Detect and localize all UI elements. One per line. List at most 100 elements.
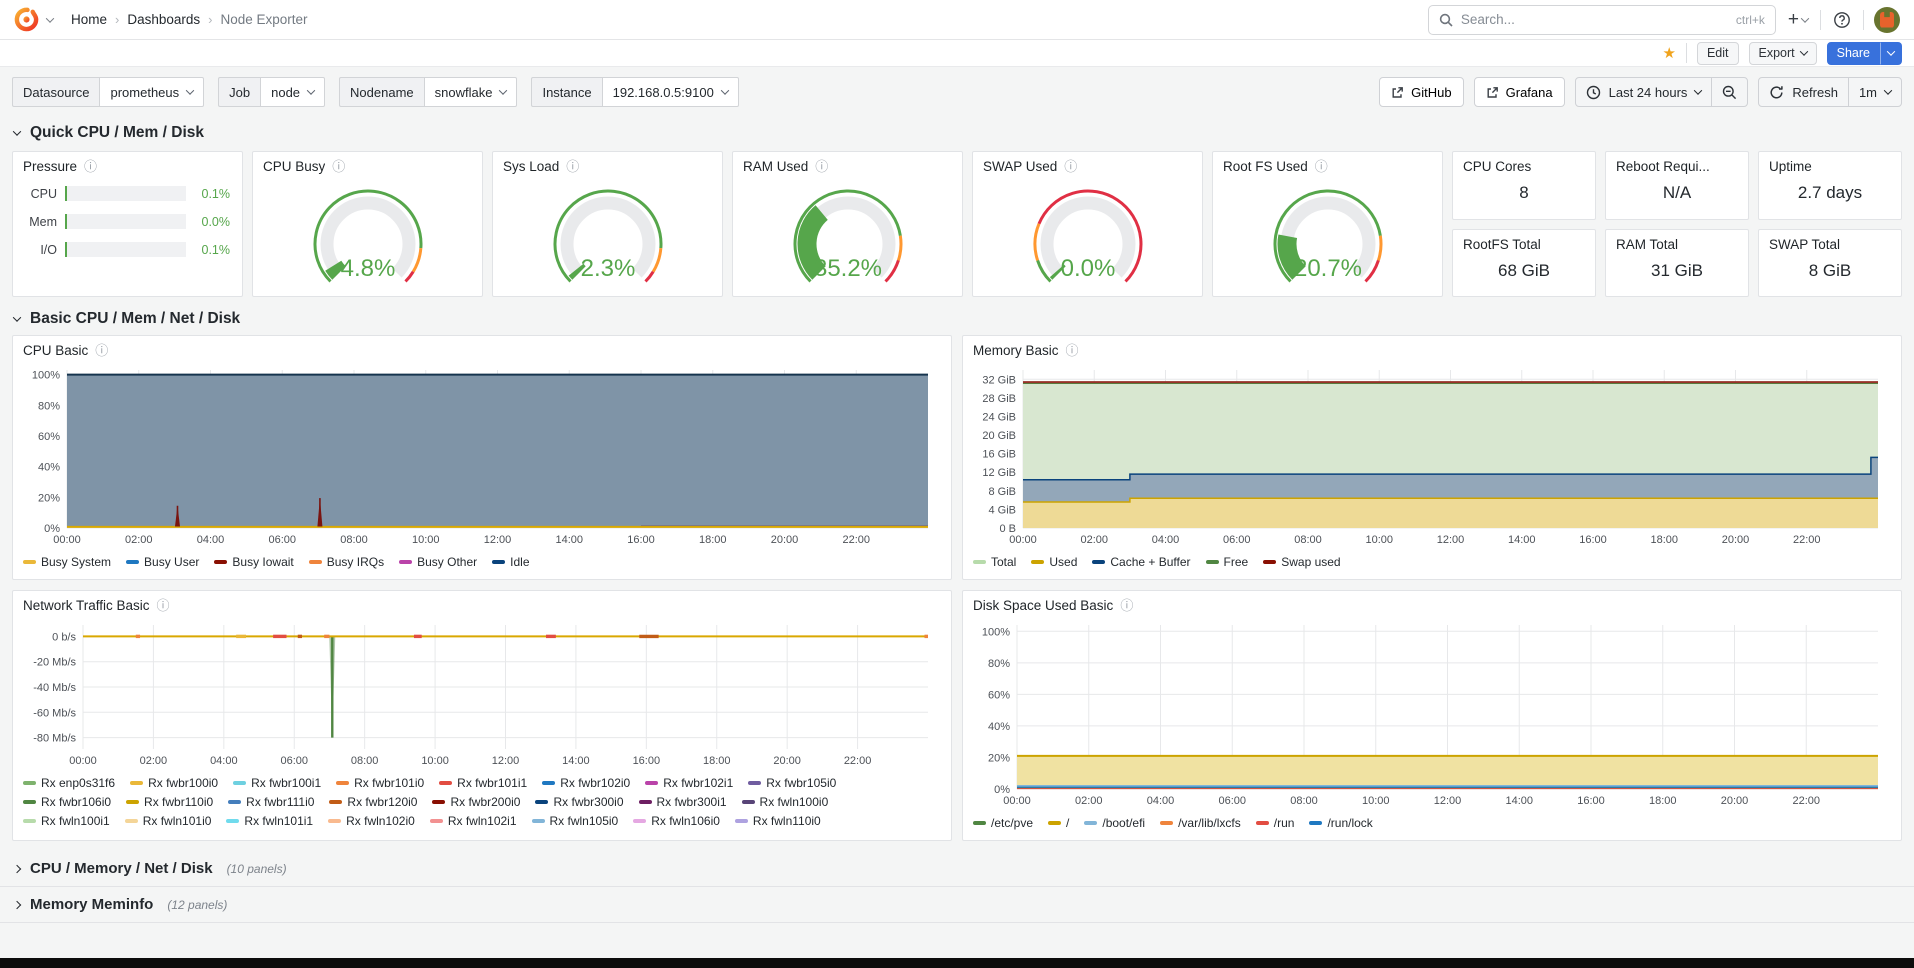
share-caret-button[interactable] bbox=[1880, 42, 1902, 65]
legend-item[interactable]: Total bbox=[973, 555, 1016, 569]
legend-swatch bbox=[542, 781, 555, 785]
legend-item[interactable]: Busy IRQs bbox=[309, 555, 384, 569]
legend-item[interactable]: /run/lock bbox=[1309, 816, 1372, 830]
panel-title[interactable]: Root FS Used bbox=[1223, 159, 1308, 174]
legend-item[interactable]: Rx enp0s31f6 bbox=[23, 776, 115, 790]
legend-item[interactable]: Idle bbox=[492, 555, 529, 569]
legend-item[interactable]: Busy User bbox=[126, 555, 199, 569]
legend-item[interactable]: Rx fwbr100i0 bbox=[130, 776, 218, 790]
legend-item[interactable]: Busy System bbox=[23, 555, 111, 569]
panel-title[interactable]: SWAP Used bbox=[983, 159, 1057, 174]
info-icon[interactable]: ⓘ bbox=[815, 160, 828, 173]
row-memory-meminfo[interactable]: Memory Meminfo (12 panels) bbox=[0, 887, 1914, 923]
favorite-star-icon[interactable]: ★ bbox=[1663, 46, 1676, 61]
legend-item[interactable]: Busy Other bbox=[399, 555, 477, 569]
search-input[interactable]: Search... ctrl+k bbox=[1428, 5, 1776, 35]
legend-item[interactable]: Used bbox=[1031, 555, 1077, 569]
legend-item[interactable]: Rx fwbr101i0 bbox=[336, 776, 424, 790]
legend-item[interactable]: /var/lib/lxcfs bbox=[1160, 816, 1241, 830]
info-icon[interactable]: ⓘ bbox=[1120, 599, 1133, 612]
info-icon[interactable]: ⓘ bbox=[332, 160, 345, 173]
panel-title[interactable]: RAM Total bbox=[1616, 237, 1678, 252]
panel-title[interactable]: RootFS Total bbox=[1463, 237, 1541, 252]
share-button[interactable]: Share bbox=[1827, 42, 1880, 65]
info-icon[interactable]: ⓘ bbox=[95, 344, 108, 357]
time-range-picker[interactable]: Last 24 hours bbox=[1576, 78, 1713, 106]
edit-button[interactable]: Edit bbox=[1697, 42, 1739, 65]
refresh-interval-picker[interactable]: 1m bbox=[1849, 78, 1901, 106]
help-button[interactable] bbox=[1831, 11, 1853, 29]
legend-item[interactable]: Busy Iowait bbox=[214, 555, 293, 569]
section-quick-cpu-mem-disk[interactable]: Quick CPU / Mem / Disk bbox=[0, 115, 1914, 149]
info-icon[interactable]: ⓘ bbox=[1066, 344, 1079, 357]
legend-item[interactable]: Cache + Buffer bbox=[1092, 555, 1190, 569]
network-traffic-chart[interactable]: 00:0002:0004:0006:0008:0010:0012:0014:00… bbox=[13, 615, 951, 774]
info-icon[interactable]: ⓘ bbox=[84, 160, 97, 173]
github-link-button[interactable]: GitHub bbox=[1379, 77, 1463, 107]
svg-text:22:00: 22:00 bbox=[842, 534, 870, 546]
panel-title[interactable]: Uptime bbox=[1769, 159, 1812, 174]
panel-title[interactable]: RAM Used bbox=[743, 159, 808, 174]
job-picker[interactable]: node bbox=[260, 77, 325, 107]
legend-item[interactable]: Rx fwbr300i0 bbox=[535, 795, 623, 809]
panel-title[interactable]: Network Traffic Basic bbox=[23, 598, 150, 613]
panel-title[interactable]: Memory Basic bbox=[973, 343, 1059, 358]
legend-item[interactable]: Rx fwln102i0 bbox=[328, 814, 415, 828]
grafana-link-button[interactable]: Grafana bbox=[1474, 77, 1565, 107]
panel-title[interactable]: Sys Load bbox=[503, 159, 559, 174]
legend-item[interactable]: /boot/efi bbox=[1084, 816, 1145, 830]
logo-caret-icon[interactable] bbox=[46, 14, 54, 22]
legend-item[interactable]: Rx fwbr101i1 bbox=[439, 776, 527, 790]
legend-item[interactable]: Rx fwln105i0 bbox=[532, 814, 619, 828]
legend-item[interactable]: Rx fwln100i1 bbox=[23, 814, 110, 828]
breadcrumb-dashboards[interactable]: Dashboards bbox=[127, 12, 200, 27]
panel-title[interactable]: CPU Cores bbox=[1463, 159, 1531, 174]
legend-item[interactable]: Rx fwbr110i0 bbox=[126, 795, 213, 809]
zoom-out-button[interactable] bbox=[1712, 78, 1747, 106]
legend-item[interactable]: Rx fwbr105i0 bbox=[748, 776, 836, 790]
cpu-basic-chart[interactable]: 00:0002:0004:0006:0008:0010:0012:0014:00… bbox=[13, 360, 951, 553]
instance-picker[interactable]: 192.168.0.5:9100 bbox=[602, 77, 739, 107]
info-icon[interactable]: ⓘ bbox=[1064, 160, 1077, 173]
panel-title[interactable]: Disk Space Used Basic bbox=[973, 598, 1113, 613]
legend-item[interactable]: Rx fwbr300i1 bbox=[639, 795, 727, 809]
datasource-picker[interactable]: prometheus bbox=[99, 77, 204, 107]
info-icon[interactable]: ⓘ bbox=[566, 160, 579, 173]
disk-space-chart[interactable]: 00:0002:0004:0006:0008:0010:0012:0014:00… bbox=[963, 615, 1901, 814]
legend-item[interactable]: Rx fwln100i0 bbox=[742, 795, 829, 809]
legend-item[interactable]: Rx fwbr106i0 bbox=[23, 795, 111, 809]
legend-item[interactable]: Free bbox=[1206, 555, 1249, 569]
panel-title[interactable]: Pressure bbox=[23, 159, 77, 174]
legend-item[interactable]: Rx fwln101i1 bbox=[226, 814, 313, 828]
new-button[interactable]: + bbox=[1786, 10, 1810, 29]
user-avatar[interactable] bbox=[1874, 7, 1900, 33]
info-icon[interactable]: ⓘ bbox=[157, 599, 170, 612]
row-cpu-memory-net-disk[interactable]: CPU / Memory / Net / Disk (10 panels) bbox=[0, 851, 1914, 887]
legend-item[interactable]: Rx fwbr102i0 bbox=[542, 776, 630, 790]
legend-item[interactable]: Rx fwbr120i0 bbox=[329, 795, 417, 809]
legend-item[interactable]: / bbox=[1048, 816, 1069, 830]
grafana-logo-icon[interactable] bbox=[14, 7, 39, 32]
section-basic-cpu-mem-net-disk[interactable]: Basic CPU / Mem / Net / Disk bbox=[0, 301, 1914, 335]
legend-item[interactable]: Rx fwln101i0 bbox=[125, 814, 212, 828]
legend-item[interactable]: Rx fwbr100i1 bbox=[233, 776, 321, 790]
refresh-button[interactable]: Refresh bbox=[1759, 78, 1849, 106]
legend-item[interactable]: Rx fwbr111i0 bbox=[228, 795, 314, 809]
panel-title[interactable]: CPU Busy bbox=[263, 159, 325, 174]
breadcrumb-home[interactable]: Home bbox=[71, 12, 107, 27]
legend-item[interactable]: Rx fwln102i1 bbox=[430, 814, 517, 828]
legend-item[interactable]: /run bbox=[1256, 816, 1295, 830]
export-button[interactable]: Export bbox=[1749, 42, 1817, 65]
panel-title[interactable]: SWAP Total bbox=[1769, 237, 1840, 252]
legend-item[interactable]: Swap used bbox=[1263, 555, 1340, 569]
legend-item[interactable]: Rx fwbr102i1 bbox=[645, 776, 733, 790]
memory-basic-chart[interactable]: 00:0002:0004:0006:0008:0010:0012:0014:00… bbox=[963, 360, 1901, 553]
legend-item[interactable]: /etc/pve bbox=[973, 816, 1033, 830]
nodename-picker[interactable]: snowflake bbox=[424, 77, 518, 107]
legend-item[interactable]: Rx fwln110i0 bbox=[735, 814, 821, 828]
legend-item[interactable]: Rx fwbr200i0 bbox=[432, 795, 520, 809]
info-icon[interactable]: ⓘ bbox=[1315, 160, 1328, 173]
legend-item[interactable]: Rx fwln106i0 bbox=[633, 814, 720, 828]
panel-title[interactable]: Reboot Requi... bbox=[1616, 159, 1710, 174]
panel-title[interactable]: CPU Basic bbox=[23, 343, 88, 358]
